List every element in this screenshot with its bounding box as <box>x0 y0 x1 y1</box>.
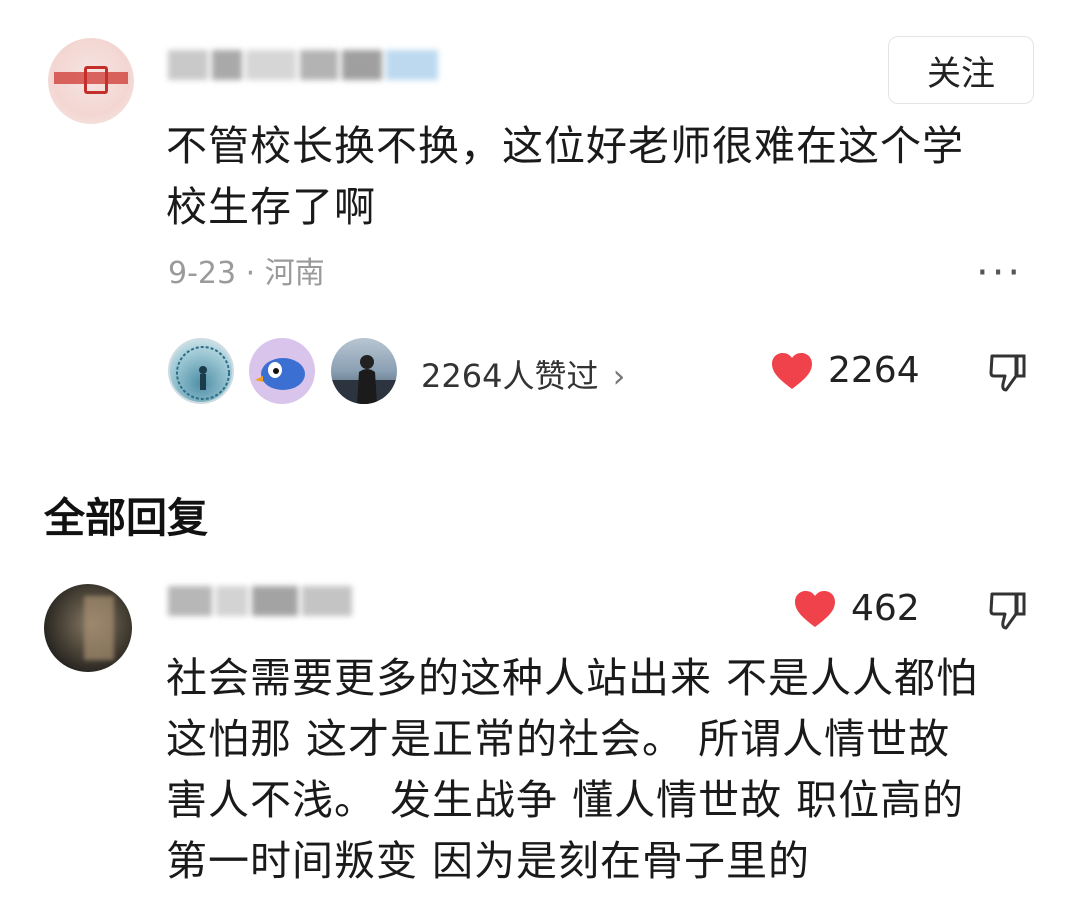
comment-line: 校生存了啊 <box>166 183 376 231</box>
reply-like-button[interactable]: 462 <box>793 588 920 629</box>
chevron-right-icon: › <box>612 357 626 395</box>
dislike-button[interactable] <box>988 352 1028 398</box>
reply-text: 社会需要更多的这种人站出来 不是人人都怕 这怕那 这才是正常的社会。 所谓人情世… <box>166 648 1056 892</box>
heart-icon <box>795 590 835 627</box>
thumbs-down-icon <box>989 592 1026 630</box>
reply-like-count: 462 <box>851 588 920 629</box>
reply-line: 第一时间叛变 因为是刻在骨子里的 <box>166 837 811 885</box>
section-title: 全部回复 <box>44 494 208 542</box>
like-count: 2264 <box>828 350 920 391</box>
thumbs-down-icon <box>989 354 1026 392</box>
liker-avatar[interactable] <box>249 338 315 404</box>
follow-label: 关注 <box>927 53 995 94</box>
comment-meta: 9-23 · 河南 <box>168 256 325 291</box>
comment-line: 不管校长换不换，这位好老师很难在这个学 <box>166 122 964 170</box>
more-icon[interactable]: ··· <box>976 250 1023 296</box>
comment-text: 不管校长换不换，这位好老师很难在这个学 校生存了啊 <box>166 116 1046 238</box>
liker-avatar[interactable] <box>168 338 234 404</box>
liker-avatar[interactable] <box>331 338 397 404</box>
commenter-name-blurred[interactable] <box>168 50 448 84</box>
reply-name-blurred[interactable] <box>168 586 368 620</box>
commenter-avatar[interactable] <box>48 38 134 124</box>
likers-link[interactable]: 2264人赞过 › <box>421 351 625 397</box>
reply-avatar[interactable] <box>44 584 132 672</box>
reply-dislike-button[interactable] <box>988 590 1028 636</box>
reply-line: 社会需要更多的这种人站出来 不是人人都怕 <box>166 654 979 702</box>
reply-line: 害人不浅。 发生战争 懂人情世故 职位高的 <box>166 776 965 824</box>
follow-button[interactable]: 关注 <box>888 36 1034 104</box>
reply-line: 这怕那 这才是正常的社会。 所谓人情世故 <box>166 715 951 763</box>
like-button[interactable]: 2264 <box>770 350 920 391</box>
heart-icon <box>772 352 812 389</box>
likers-count-text: 2264人赞过 <box>421 357 599 395</box>
